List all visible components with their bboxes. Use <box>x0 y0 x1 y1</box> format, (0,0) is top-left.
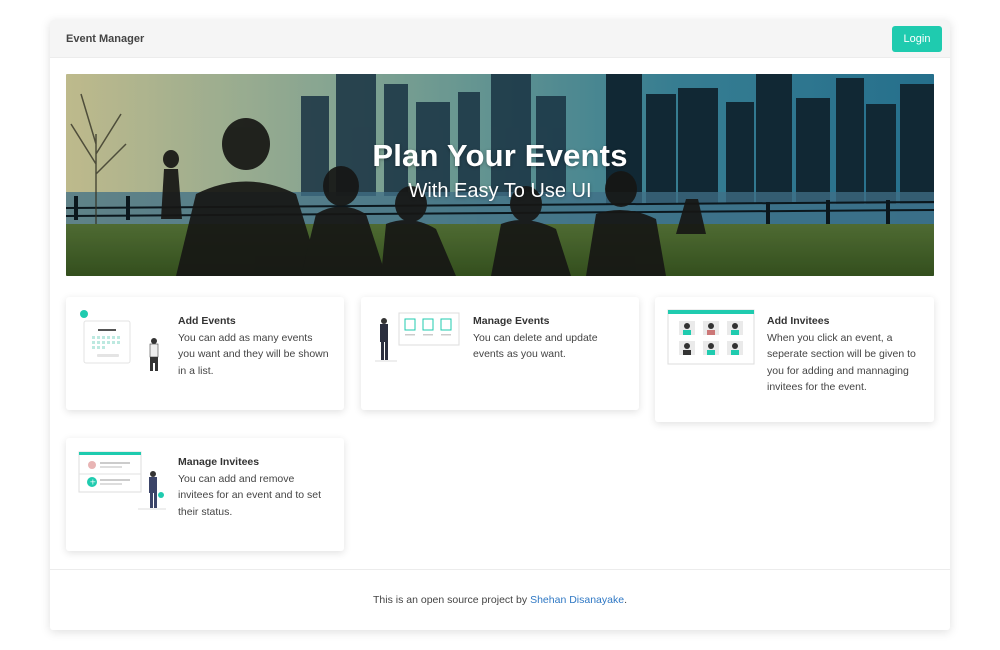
card-text: When you click an event, a seperate sect… <box>767 331 916 394</box>
footer-text: This is an open source project by <box>373 594 528 606</box>
feature-card-add-events: Add Events You can add as many events yo… <box>66 297 344 410</box>
hero-subtitle: With Easy To Use UI <box>408 180 592 202</box>
hero-title: Plan Your Events <box>372 138 628 173</box>
card-title: Add Events <box>178 315 236 327</box>
card-title: Manage Invitees <box>178 456 260 468</box>
card-title: Manage Events <box>473 315 550 327</box>
feature-card-add-invitees: Add Invitees When you click an event, a … <box>655 297 934 422</box>
footer-suffix: . <box>624 594 627 606</box>
feature-card-manage-invitees: + Manage Invitees You can add and remove… <box>66 438 344 551</box>
card-text: You can add and remove invitees for an e… <box>178 472 322 518</box>
card-text: You can add as many events you want and … <box>178 331 329 377</box>
list-illustration-icon: + <box>78 451 166 510</box>
people-grid-illustration-icon <box>667 309 755 365</box>
card-title: Add Invitees <box>767 315 830 327</box>
board-illustration-icon <box>375 312 460 362</box>
card-text: You can delete and update events as you … <box>473 331 598 361</box>
calendar-illustration-icon <box>80 310 159 371</box>
svg-text:+: + <box>90 478 97 487</box>
app-window: Event Manager Login Plan Your Events Wit… <box>50 20 950 630</box>
author-link[interactable]: Shehan Disanayake <box>530 594 624 606</box>
hero-banner: Plan Your Events With Easy To Use UI <box>66 74 934 276</box>
footer: This is an open source project by Shehan… <box>50 569 950 630</box>
hero-photo <box>66 74 934 276</box>
navbar: Event Manager Login <box>50 20 950 58</box>
login-button[interactable]: Login <box>892 25 942 52</box>
brand-title[interactable]: Event Manager <box>66 33 144 45</box>
feature-card-manage-events: Manage Events You can delete and update … <box>361 297 639 410</box>
